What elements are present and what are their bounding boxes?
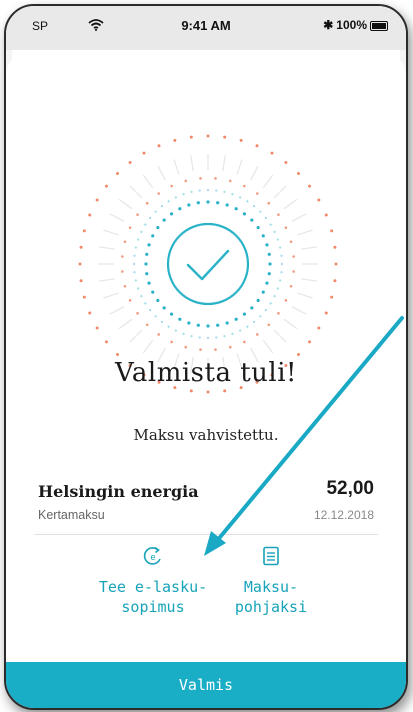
confirmation-screen: Valmista tuli! Maksu vahvistettu. Helsin… <box>6 50 406 670</box>
confirmation-subtitle: Maksu vahvistettu. <box>133 426 279 444</box>
svg-text:e: e <box>150 552 155 562</box>
battery-percent: 100% <box>336 18 367 32</box>
battery-icon <box>370 20 388 31</box>
phone-frame: SP 9:41 AM ✱ 100% Valmista tuli! Maksu va… <box>4 4 408 710</box>
create-einvoice-agreement-button[interactable]: e Tee e-lasku- sopimus <box>98 546 208 617</box>
save-as-template-button[interactable]: Maksu- pohjaksi <box>224 546 318 617</box>
bluetooth-icon: ✱ <box>323 18 334 32</box>
divider <box>34 534 378 535</box>
template-label-line2: pohjaksi <box>234 598 308 616</box>
done-button[interactable]: Valmis <box>6 662 406 708</box>
template-label-line1: Maksu- <box>243 578 299 596</box>
payment-type: Kertamaksu <box>38 508 105 522</box>
document-list-icon <box>224 546 318 571</box>
einvoice-label-line1: Tee e-lasku- <box>98 578 208 596</box>
payee-name: Helsingin energia <box>38 482 199 501</box>
payment-date: 12.12.2018 <box>313 508 374 522</box>
battery-indicator: ✱ 100% <box>323 18 388 32</box>
e-invoice-icon: e <box>98 546 208 571</box>
einvoice-label-line2: sopimus <box>121 598 185 616</box>
payment-amount: 52,00 <box>326 478 374 499</box>
checkmark-circle-icon <box>166 222 250 306</box>
confirmation-title: Valmista tuli! <box>114 358 297 388</box>
status-bar: SP 9:41 AM ✱ 100% <box>6 6 406 50</box>
done-button-label: Valmis <box>178 676 234 694</box>
